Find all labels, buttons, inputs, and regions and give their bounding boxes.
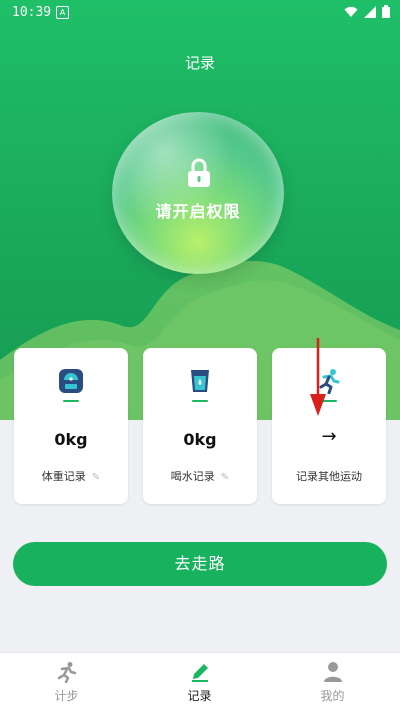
status-icons: [344, 5, 390, 18]
arrow-right-icon: →: [321, 426, 337, 447]
tab-steps-label: 计步: [54, 689, 79, 703]
go-walk-button[interactable]: 去走路: [13, 542, 387, 586]
permission-text[interactable]: 请开启权限: [112, 198, 284, 222]
water-value: 0kg: [183, 430, 217, 449]
pencil-icon: [192, 664, 208, 682]
tab-mine[interactable]: 我的: [266, 653, 399, 713]
person-icon: [324, 662, 342, 682]
weight-record-card[interactable]: 0kg 体重记录 ✎: [14, 348, 128, 504]
notification-icon: A: [56, 6, 69, 19]
battery-icon: [382, 5, 390, 18]
tab-steps[interactable]: 计步: [0, 653, 133, 713]
permission-orb[interactable]: [112, 112, 284, 274]
annotation-arrow-icon: [310, 338, 326, 416]
tab-records[interactable]: 记录: [133, 653, 266, 713]
weight-scale-icon: [59, 369, 83, 393]
status-bar: 10:39 A: [0, 0, 400, 24]
pencil-icon[interactable]: ✎: [92, 472, 100, 483]
weight-label: 体重记录: [41, 470, 86, 483]
tab-bar: 计步 记录 我的: [0, 652, 400, 713]
tab-mine-label: 我的: [320, 689, 345, 703]
signal-icon: [364, 5, 376, 18]
card-underline: [63, 400, 79, 402]
weight-label-row: 体重记录 ✎: [14, 468, 128, 484]
water-record-card[interactable]: 0kg 喝水记录 ✎: [143, 348, 257, 504]
page-title: 记录: [184, 54, 215, 72]
water-cup-icon: [191, 370, 209, 392]
card-underline: [192, 400, 208, 402]
weight-value: 0kg: [54, 430, 88, 449]
water-label-row: 喝水记录 ✎: [143, 468, 257, 484]
wifi-icon: [344, 6, 358, 17]
water-label: 喝水记录: [170, 470, 215, 483]
lock-icon: [188, 158, 210, 187]
other-exercise-label: 记录其他运动: [296, 470, 362, 483]
tab-records-label: 记录: [187, 689, 212, 703]
status-time: 10:39: [12, 5, 52, 20]
walking-icon: [57, 662, 77, 683]
pencil-icon[interactable]: ✎: [221, 472, 229, 483]
